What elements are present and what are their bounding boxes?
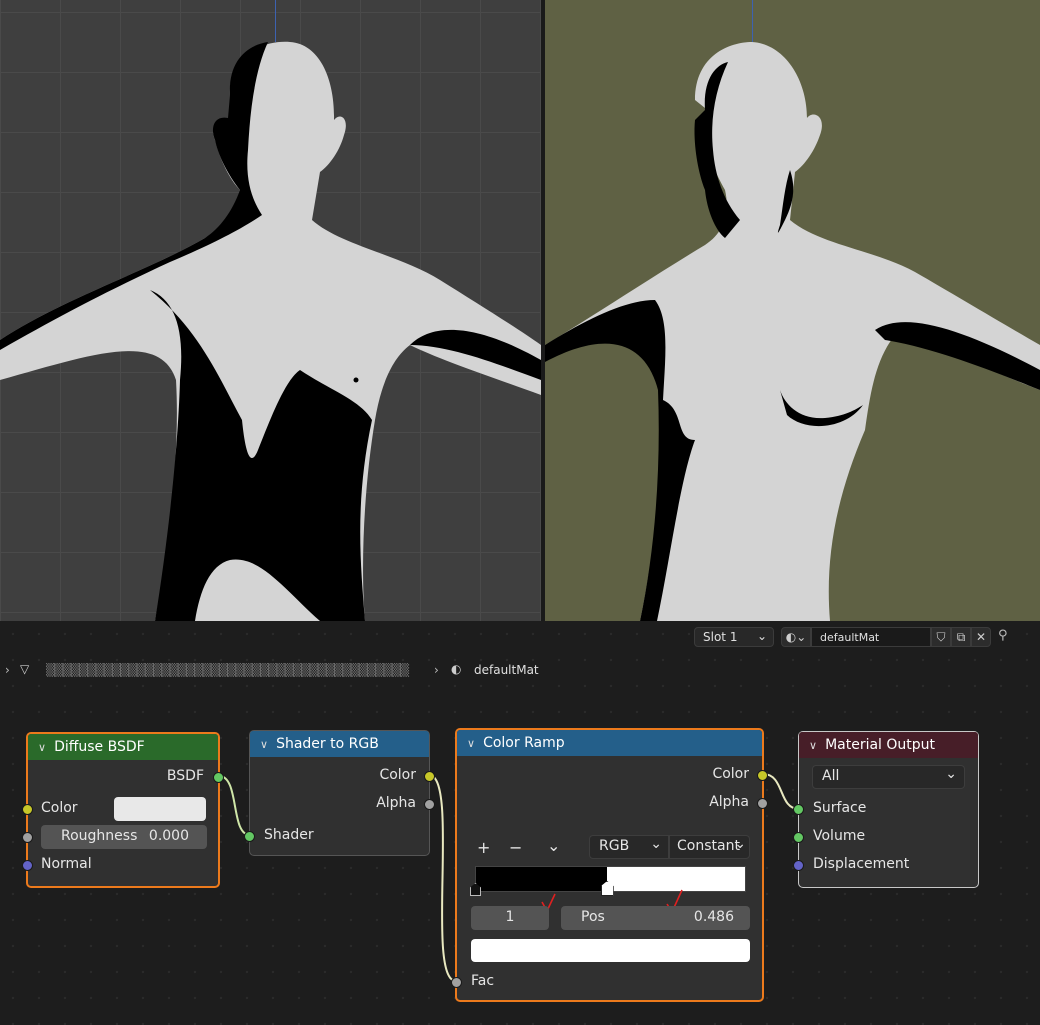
stop-color-swatch[interactable] <box>471 939 750 962</box>
input-color-socket[interactable] <box>22 804 33 815</box>
roughness-field[interactable]: Roughness 0.000 <box>41 825 207 849</box>
link-color-surface <box>762 773 800 810</box>
input-volume-label: Volume <box>813 828 866 844</box>
interpolation-value: Constant <box>677 838 740 854</box>
input-displacement-socket[interactable] <box>793 860 804 871</box>
output-alpha-socket[interactable] <box>424 799 435 810</box>
collapse-chevron-icon[interactable]: ∨ <box>260 738 268 751</box>
chevron-down-icon: ⌄ <box>650 836 662 852</box>
output-bsdf-socket[interactable] <box>213 772 224 783</box>
viewport-right[interactable] <box>545 0 1040 621</box>
node-diffuse-bsdf[interactable]: ∨ Diffuse BSDF BSDF Color Roughness 0.00… <box>22 732 224 888</box>
input-displacement-label: Displacement <box>813 856 910 872</box>
node-header[interactable]: ∨ Shader to RGB <box>250 731 429 757</box>
output-color-label: Color <box>379 767 416 783</box>
node-title: Shader to RGB <box>276 736 379 752</box>
ramp-menu-chevron-icon[interactable]: ⌄ <box>547 836 560 855</box>
output-alpha-label: Alpha <box>709 794 749 810</box>
roughness-value: 0.000 <box>148 828 189 844</box>
active-stop-index[interactable]: 1 <box>471 906 549 930</box>
add-stop-button[interactable]: + <box>477 838 490 857</box>
output-alpha-label: Alpha <box>376 795 416 811</box>
remove-stop-button[interactable]: − <box>509 838 522 857</box>
color-mode-dropdown[interactable]: RGB ⌄ <box>589 835 669 859</box>
input-normal-label: Normal <box>41 856 92 872</box>
stop-index-value: 1 <box>505 909 515 925</box>
input-roughness-socket[interactable] <box>22 832 33 843</box>
roughness-label: Roughness <box>61 828 138 844</box>
input-surface-label: Surface <box>813 800 867 816</box>
link-bsdf-shader <box>218 775 251 836</box>
input-shader-label: Shader <box>264 827 314 843</box>
right-render <box>545 42 1040 621</box>
pos-value: 0.486 <box>693 909 734 925</box>
color-mode-value: RGB <box>599 838 630 854</box>
pos-label: Pos <box>581 909 605 925</box>
input-color-label: Color <box>41 800 78 816</box>
target-value: All <box>822 768 840 784</box>
collapse-chevron-icon[interactable]: ∨ <box>467 737 475 750</box>
color-swatch[interactable] <box>114 797 206 821</box>
input-fac-socket[interactable] <box>451 977 462 988</box>
node-editor[interactable]: Slot 1 ⌄ ◐⌄ defaultMat ⛉ ⧉ ✕ ⚲ › ▽ ▒▒▒▒▒… <box>0 621 1040 1025</box>
output-alpha-socket[interactable] <box>757 798 768 809</box>
input-volume-socket[interactable] <box>793 832 804 843</box>
viewport-left[interactable] <box>0 0 541 621</box>
node-header[interactable]: ∨ Diffuse BSDF <box>28 734 218 760</box>
output-color-socket[interactable] <box>424 771 435 782</box>
output-color-socket[interactable] <box>757 770 768 781</box>
node-title: Diffuse BSDF <box>54 739 145 755</box>
node-header[interactable]: ∨ Color Ramp <box>457 730 762 756</box>
ramp-black-segment <box>476 867 607 891</box>
target-dropdown[interactable]: All ⌄ <box>812 765 965 789</box>
chevron-down-icon: ⌄ <box>734 836 746 852</box>
node-material-output[interactable]: ∨ Material Output All ⌄ Surface Volume D… <box>793 731 979 888</box>
interpolation-dropdown[interactable]: Constant ⌄ <box>669 835 750 859</box>
input-shader-socket[interactable] <box>244 831 255 842</box>
input-surface-socket[interactable] <box>793 804 804 815</box>
stop-position-field[interactable]: Pos 0.486 <box>561 906 750 930</box>
output-color-label: Color <box>712 766 749 782</box>
input-normal-socket[interactable] <box>22 860 33 871</box>
collapse-chevron-icon[interactable]: ∨ <box>38 741 46 754</box>
node-shader-to-rgb[interactable]: ∨ Shader to RGB Color Alpha Shader <box>244 730 435 856</box>
node-title: Color Ramp <box>483 735 565 751</box>
output-bsdf-label: BSDF <box>166 768 204 784</box>
input-fac-label: Fac <box>471 973 495 989</box>
node-color-ramp[interactable]: ∨ Color Ramp Color Alpha + − ⌄ RGB ⌄ Con… <box>451 728 768 1002</box>
chevron-down-icon: ⌄ <box>945 766 957 782</box>
node-title: Material Output <box>825 737 936 753</box>
collapse-chevron-icon[interactable]: ∨ <box>809 739 817 752</box>
left-render <box>0 41 541 621</box>
node-header[interactable]: ∨ Material Output <box>799 732 978 758</box>
